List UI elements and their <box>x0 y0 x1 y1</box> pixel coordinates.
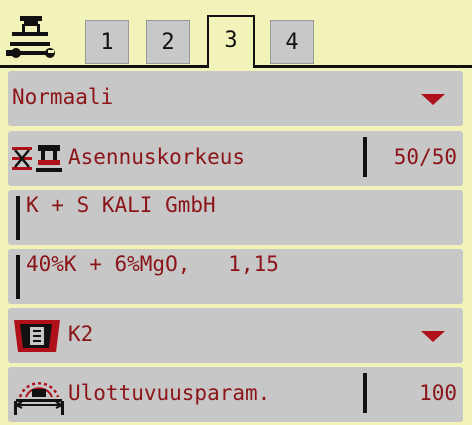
mode-select[interactable]: Normaali <box>8 71 463 126</box>
value-divider <box>363 373 367 413</box>
mounting-height-icon <box>12 145 62 172</box>
tab-2[interactable]: 2 <box>146 20 190 64</box>
fertilizer-row[interactable]: 40%K + 6%MgO, 1,15 <box>8 249 463 304</box>
spread-range-value: 100 <box>419 381 457 405</box>
tab-3[interactable]: 3 <box>207 15 255 68</box>
tab-4[interactable]: 4 <box>270 20 314 64</box>
tab-1[interactable]: 1 <box>85 20 129 64</box>
chevron-down-icon <box>421 94 445 105</box>
mounting-height-row[interactable]: Asennuskorkeus 50/50 <box>8 131 463 186</box>
spreading-disc-select[interactable]: K2 <box>8 308 463 363</box>
spread-range-icon <box>14 382 64 415</box>
spreading-disc-icon <box>14 320 60 352</box>
spreader-wrench-icon[interactable] <box>6 14 58 60</box>
mode-value: Normaali <box>12 85 114 109</box>
text-cursor-bar <box>16 255 20 299</box>
mounting-height-label: Asennuskorkeus <box>68 145 246 169</box>
chevron-down-icon <box>421 331 445 342</box>
mounting-height-value: 50/50 <box>393 145 457 169</box>
fertilizer-value: 40%K + 6%MgO, 1,15 <box>26 252 279 276</box>
spread-range-label: Ulottuvuusparam. <box>68 381 271 405</box>
manufacturer-value: K + S KALI GmbH <box>26 193 216 217</box>
spread-range-row[interactable]: Ulottuvuusparam. 100 <box>8 367 463 422</box>
manufacturer-row[interactable]: K + S KALI GmbH <box>8 190 463 245</box>
text-cursor-bar <box>16 196 20 240</box>
value-divider <box>363 137 367 177</box>
spreading-disc-value: K2 <box>68 322 94 346</box>
